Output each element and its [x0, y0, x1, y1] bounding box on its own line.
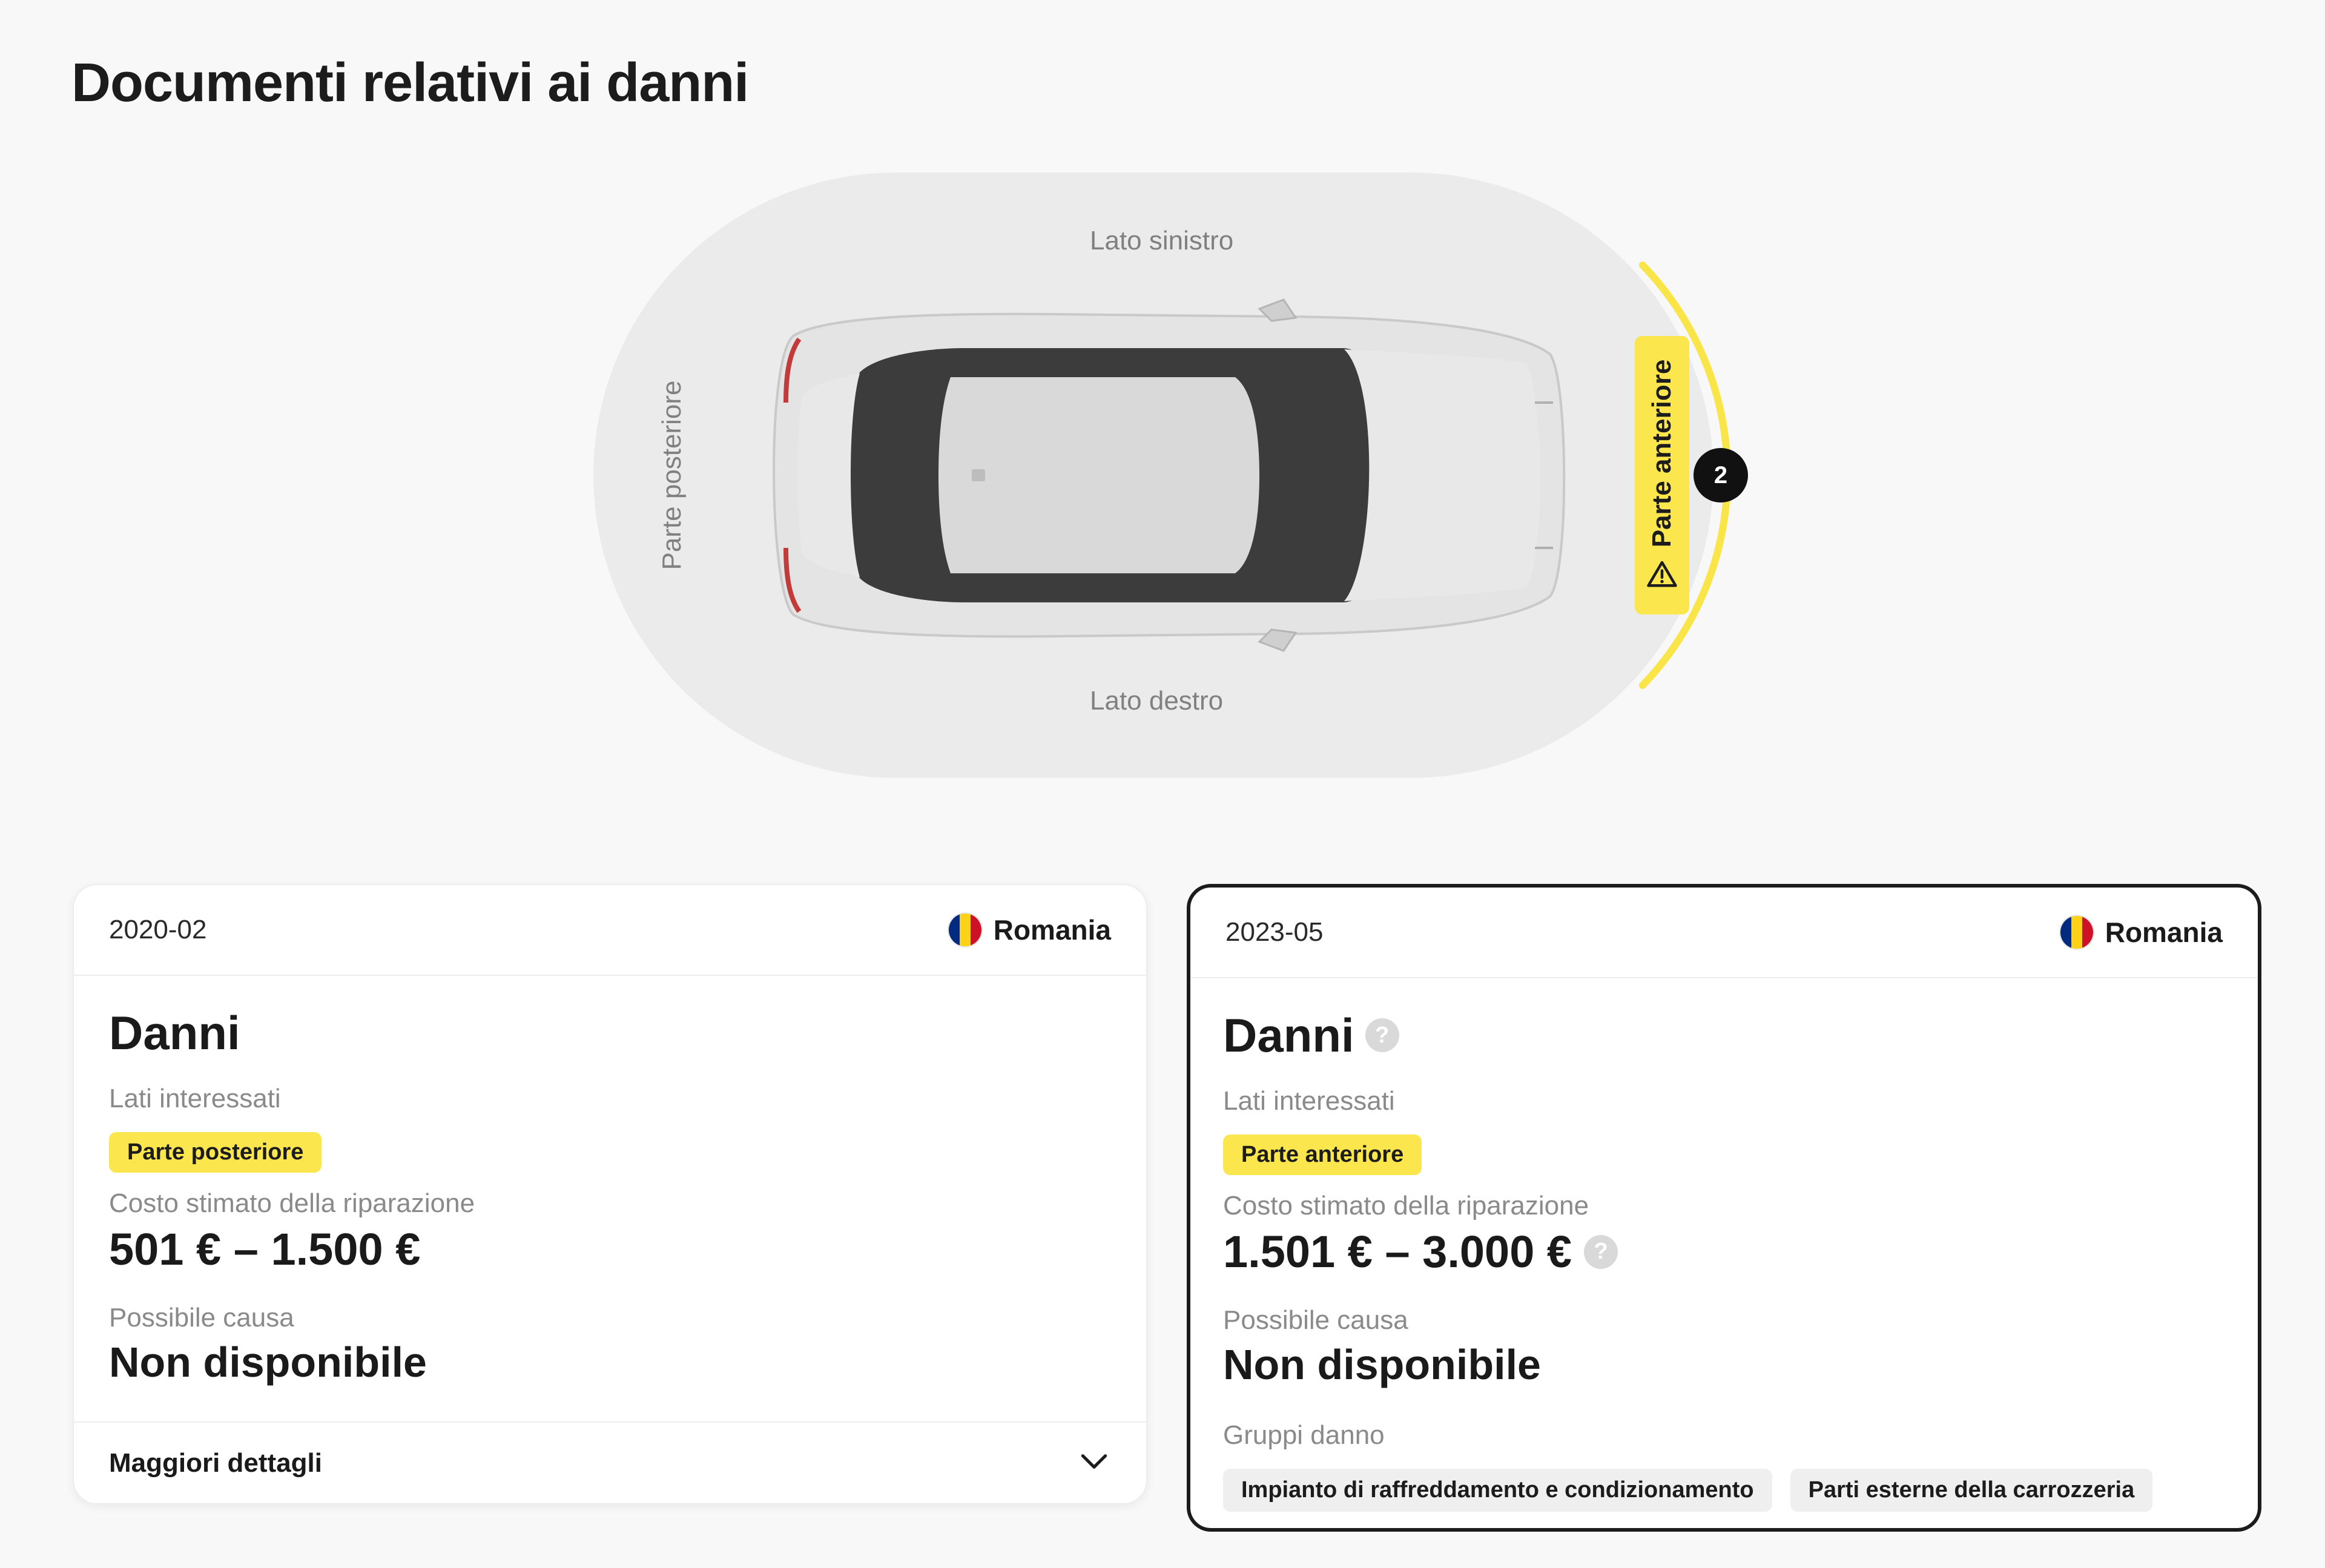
damage-title: Danni ? [1223, 1005, 2223, 1066]
side-chip: Parte posteriore [109, 1132, 322, 1173]
damage-group-chip: Impianto di raffreddamento e condizionam… [1223, 1469, 1772, 1512]
damage-record-card-selected[interactable]: 2023-05 Romania Danni ? Lati interessati… [1187, 884, 2261, 1532]
record-country: Romania [947, 912, 1111, 947]
help-icon[interactable]: ? [1365, 1018, 1399, 1052]
record-country: Romania [2059, 915, 2223, 950]
cause-value: Non disponibile [109, 1339, 427, 1386]
damage-title-text: Danni [1223, 1008, 1354, 1062]
cost-value: 1.501 € – 3.000 € ? [1223, 1226, 2223, 1277]
card-header: 2023-05 Romania [1190, 888, 2258, 978]
front-side-tag[interactable]: Parte anteriore [1635, 336, 1689, 614]
label-rear: Parte posteriore [657, 380, 687, 570]
sides-label: Lati interessati [1223, 1086, 1395, 1116]
damage-record-card[interactable]: 2020-02 Romania Danni Lati interessati P… [73, 884, 1147, 1504]
romania-flag-icon [947, 912, 983, 947]
sides-label: Lati interessati [109, 1084, 281, 1113]
country-name: Romania [993, 914, 1111, 946]
record-date: 2020-02 [109, 915, 207, 944]
car-top-view [773, 298, 1566, 652]
damage-count-badge: 2 [1693, 448, 1748, 502]
country-name: Romania [2105, 917, 2223, 948]
label-right-side: Lato destro [1090, 686, 1224, 716]
side-chip: Parte anteriore [1223, 1135, 1422, 1175]
car-damage-diagram: Lato sinistro Lato destro Parte posterio… [593, 173, 1748, 778]
romania-flag-icon [2059, 915, 2094, 950]
damage-title-text: Danni [109, 1006, 240, 1059]
damage-documents-page: Documenti relativi ai danni Lato sinistr… [0, 0, 2325, 1568]
more-details-label: Maggiori dettagli [109, 1448, 322, 1478]
chevron-down-icon[interactable] [1077, 1444, 1111, 1481]
warning-icon [1646, 558, 1678, 591]
cost-help-icon[interactable]: ? [1584, 1234, 1618, 1269]
cost-value: 501 € – 1.500 € [109, 1224, 1111, 1275]
damage-group-chip: Parti esterne della carrozzeria [1790, 1469, 2153, 1512]
front-side-label: Parte anteriore [1647, 359, 1677, 548]
cost-range: 1.501 € – 3.000 € [1223, 1227, 1572, 1277]
cause-label: Possibile causa [1223, 1305, 1408, 1335]
card-header: 2020-02 Romania [74, 885, 1146, 976]
more-details-toggle[interactable]: Maggiori dettagli [74, 1421, 1146, 1503]
label-left-side: Lato sinistro [1090, 226, 1234, 255]
damage-groups-label: Gruppi danno [1223, 1420, 1385, 1450]
damage-groups: Impianto di raffreddamento e condizionam… [1223, 1469, 2223, 1512]
cause-label: Possibile causa [109, 1303, 294, 1332]
cost-label: Costo stimato della riparazione [109, 1188, 475, 1218]
cost-label: Costo stimato della riparazione [1223, 1191, 1589, 1220]
damage-title: Danni [109, 1003, 1111, 1063]
page-title: Documenti relativi ai danni [71, 53, 749, 113]
cause-value: Non disponibile [1223, 1341, 1541, 1388]
record-date: 2023-05 [1225, 917, 1324, 947]
cost-range: 501 € – 1.500 € [109, 1224, 421, 1274]
